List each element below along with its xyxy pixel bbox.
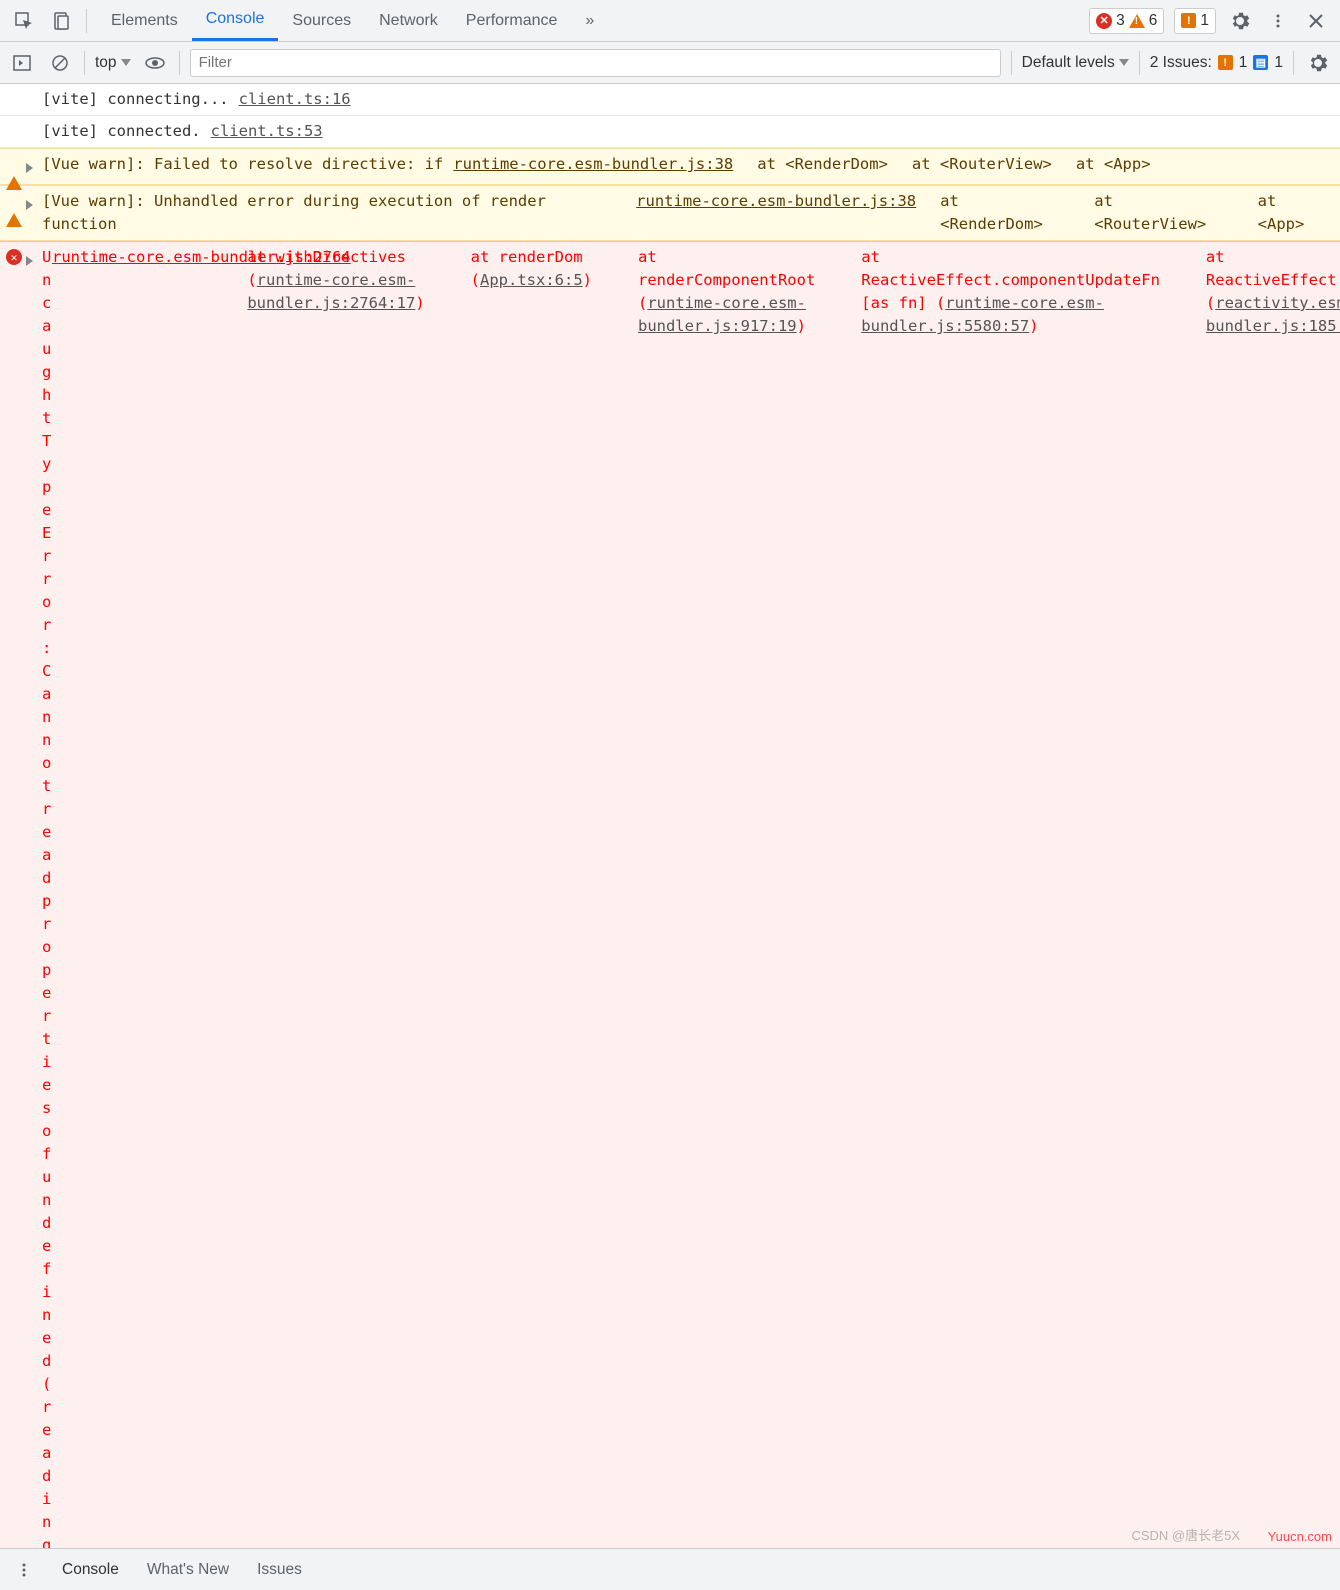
- tab-console[interactable]: Console: [192, 0, 279, 41]
- expand-icon[interactable]: [26, 163, 33, 173]
- stack-link[interactable]: App.tsx:6:5: [480, 271, 583, 289]
- console-message[interactable]: [Vue warn]: Failed to resolve directive:…: [0, 148, 1340, 185]
- message-text: [Vue warn]: Unhandled error during execu…: [42, 192, 555, 233]
- error-warn-counts[interactable]: ✕ 3 6: [1089, 8, 1164, 34]
- message-text: [Vue warn]: Failed to resolve directive:…: [42, 155, 443, 173]
- warning-icon: [1129, 14, 1145, 28]
- issues-info-count: 1: [1239, 54, 1248, 72]
- error-icon: ✕: [6, 249, 22, 265]
- settings-icon[interactable]: [1226, 7, 1254, 35]
- error-count: 3: [1116, 12, 1125, 30]
- divider: [1293, 51, 1294, 75]
- filter-input[interactable]: [190, 49, 1001, 77]
- tabbar-left: [0, 7, 97, 35]
- error-icon: ✕: [1096, 13, 1112, 29]
- site-watermark: Yuucn.com: [1268, 1529, 1332, 1544]
- divider: [179, 51, 180, 75]
- tab-network[interactable]: Network: [365, 0, 452, 41]
- source-link[interactable]: runtime-core.esm-bundler.js:38: [636, 192, 916, 210]
- expand-icon[interactable]: [26, 256, 33, 266]
- info-icon: !: [1181, 13, 1196, 28]
- log-levels-selector[interactable]: Default levels: [1022, 54, 1129, 72]
- source-link[interactable]: runtime-core.esm-bundler.js:38: [453, 155, 733, 173]
- tabs: ElementsConsoleSourcesNetworkPerformance: [97, 0, 571, 41]
- issues-blue-count: 1: [1274, 54, 1283, 72]
- warning-icon: [6, 158, 22, 190]
- kebab-menu-icon[interactable]: [1264, 7, 1292, 35]
- expand-icon[interactable]: [26, 200, 33, 210]
- warning-icon: [6, 195, 22, 227]
- stack-link[interactable]: runtime-core.esm-bundler.js:2764:17: [247, 271, 415, 312]
- inspect-icon[interactable]: [10, 7, 38, 35]
- chevron-down-icon: [1119, 59, 1129, 66]
- toggle-sidebar-icon[interactable]: [8, 49, 36, 77]
- stack-frame: at withDirectives (runtime-core.esm-bund…: [201, 246, 424, 1548]
- tab-performance[interactable]: Performance: [452, 0, 572, 41]
- stack-frame: at renderDom (App.tsx:6:5): [425, 246, 592, 1548]
- tabs-overflow[interactable]: »: [571, 0, 608, 41]
- stack-frame: at renderComponentRoot (runtime-core.esm…: [592, 246, 815, 1548]
- drawer-tab-what-s-new[interactable]: What's New: [147, 1561, 229, 1579]
- clear-console-icon[interactable]: [46, 49, 74, 77]
- component-stack-line: at <RenderDom>: [916, 190, 1070, 236]
- console-settings-icon[interactable]: [1304, 49, 1332, 77]
- message-text: [vite] connecting...: [42, 90, 229, 108]
- kebab-menu-icon[interactable]: [10, 1556, 38, 1584]
- divider: [84, 51, 85, 75]
- tab-sources[interactable]: Sources: [278, 0, 365, 41]
- component-stack-line: at <App>: [1052, 153, 1151, 180]
- live-expression-icon[interactable]: [141, 49, 169, 77]
- source-link[interactable]: client.ts:53: [211, 122, 323, 140]
- divider: [1011, 51, 1012, 75]
- component-stack-line: at <RouterView>: [888, 153, 1052, 180]
- component-stack-line: at <App>: [1234, 190, 1332, 236]
- drawer-tabs: Console What's New Issues: [62, 1561, 302, 1579]
- info-count: 1: [1200, 12, 1209, 30]
- csdn-watermark: CSDN @唐长老5X: [1131, 1525, 1240, 1544]
- component-stack-line: at <RouterView>: [1070, 190, 1233, 236]
- context-selector[interactable]: top: [95, 54, 131, 72]
- stack-frame: at ReactiveEffect.componentUpdateFn [as …: [815, 246, 1160, 1548]
- levels-label: Default levels: [1022, 54, 1115, 72]
- drawer-tab-console[interactable]: Console: [62, 1561, 119, 1579]
- console-message[interactable]: ✕Uncaught TypeError: Cannot read propert…: [0, 241, 1340, 1548]
- device-toolbar-icon[interactable]: [48, 7, 76, 35]
- drawer-tab-issues[interactable]: Issues: [257, 1561, 302, 1579]
- source-link[interactable]: client.ts:16: [239, 90, 351, 108]
- issues-label: 2 Issues:: [1150, 54, 1212, 72]
- issues-button[interactable]: 2 Issues: ! 1 ▤ 1: [1150, 54, 1283, 72]
- warning-count: 6: [1149, 12, 1158, 30]
- stack-frame: at ReactiveEffect.run (reactivity.esm-bu…: [1160, 246, 1340, 1548]
- console-message[interactable]: [Vue warn]: Unhandled error during execu…: [0, 185, 1340, 241]
- chevron-down-icon: [121, 59, 131, 66]
- tab-elements[interactable]: Elements: [97, 0, 192, 41]
- message-text: [vite] connected.: [42, 122, 201, 140]
- close-icon[interactable]: [1302, 7, 1330, 35]
- console-messages[interactable]: [vite] connecting...client.ts:16[vite] c…: [0, 84, 1340, 1548]
- info-icon: !: [1218, 55, 1233, 70]
- stack-link[interactable]: reactivity.esm-bundler.js:185:25: [1206, 294, 1340, 335]
- context-label: top: [95, 54, 117, 72]
- console-toolbar: top Default levels 2 Issues: ! 1 ▤ 1: [0, 42, 1340, 84]
- divider: [1139, 51, 1140, 75]
- console-message[interactable]: [vite] connected. client.ts:53: [0, 116, 1340, 148]
- devtools-tabbar: ElementsConsoleSourcesNetworkPerformance…: [0, 0, 1340, 42]
- stack-link[interactable]: runtime-core.esm-bundler.js:917:19: [638, 294, 806, 335]
- console-message[interactable]: [vite] connecting... client.ts:16: [0, 84, 1340, 116]
- tabbar-right: ✕ 3 6 ! 1: [1089, 7, 1340, 35]
- divider: [86, 9, 87, 33]
- stack-link[interactable]: runtime-core.esm-bundler.js:5580:57: [861, 294, 1104, 335]
- drawer: Console What's New Issues: [0, 1548, 1340, 1590]
- info-count-badge[interactable]: ! 1: [1174, 8, 1216, 34]
- comment-icon: ▤: [1253, 55, 1268, 70]
- component-stack-line: at <RenderDom>: [733, 153, 888, 180]
